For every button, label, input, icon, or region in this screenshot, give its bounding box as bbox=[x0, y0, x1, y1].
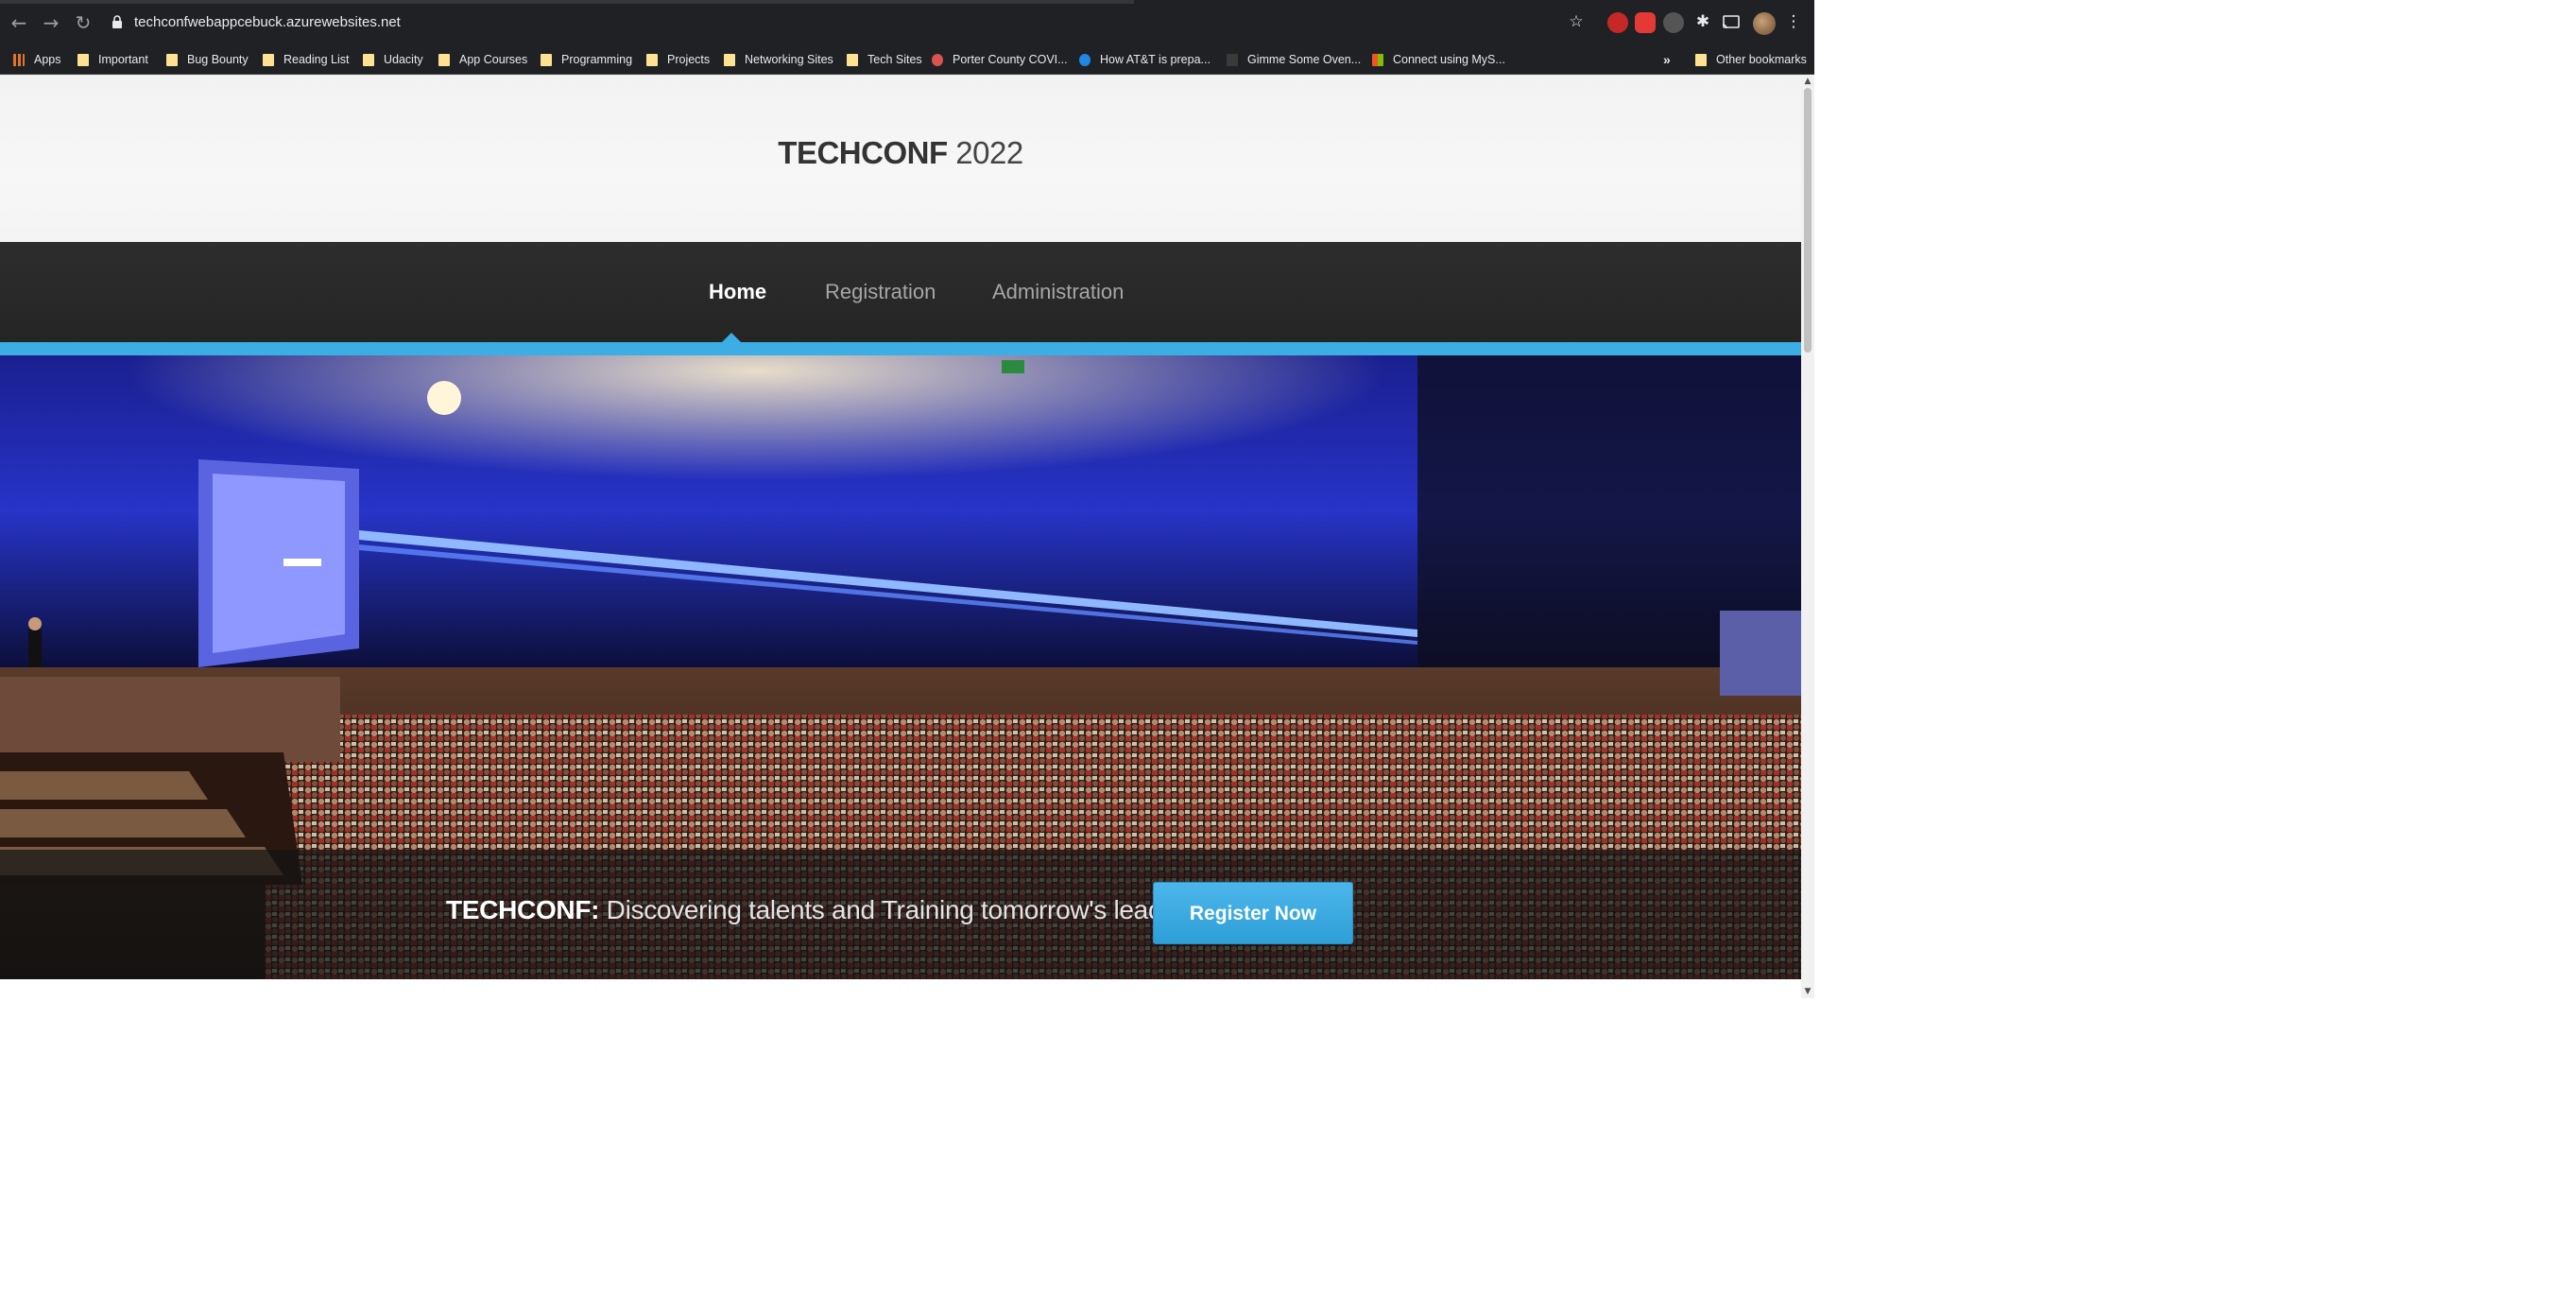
bookmarks-bar: Apps Important Bug Bounty Reading List U… bbox=[0, 45, 1814, 75]
folder-icon bbox=[438, 53, 450, 66]
logo-year: 2022 bbox=[955, 135, 1023, 170]
main-nav: Home Registration Administration bbox=[0, 242, 1801, 342]
bookmark-label: App Courses bbox=[459, 53, 528, 66]
nav-administration[interactable]: Administration bbox=[992, 280, 1124, 304]
folder-icon bbox=[363, 53, 374, 66]
bookmark-apps[interactable]: Apps bbox=[13, 45, 61, 74]
extension-icon[interactable] bbox=[1635, 12, 1656, 33]
extension-icon[interactable] bbox=[1663, 12, 1684, 33]
folder-icon bbox=[847, 53, 858, 66]
hero-image: TECHCONF: Discovering talents and Traini… bbox=[0, 355, 1801, 979]
bookmark-connect-mys[interactable]: Connect using MyS... bbox=[1372, 45, 1505, 74]
bookmark-app-courses[interactable]: App Courses bbox=[438, 45, 527, 74]
bookmark-porter-county[interactable]: Porter County COVI... bbox=[932, 45, 1068, 74]
back-icon[interactable]: ← bbox=[8, 11, 30, 34]
bookmark-label: Projects bbox=[667, 53, 711, 66]
site-logo[interactable]: TECHCONF 2022 bbox=[0, 135, 1801, 171]
nav-registration[interactable]: Registration bbox=[825, 280, 936, 304]
address-bar: ← → ↻ techconfwebappcebuck.azurewebsites… bbox=[0, 0, 1814, 45]
more-bookmarks-button[interactable]: » bbox=[1663, 45, 1671, 74]
folder-icon bbox=[1695, 53, 1707, 66]
logo-brand: TECHCONF bbox=[778, 135, 948, 170]
bookmark-tech-sites[interactable]: Tech Sites bbox=[847, 45, 922, 74]
tab-strip bbox=[0, 0, 1134, 4]
scroll-up-icon[interactable]: ▲ bbox=[1801, 75, 1814, 88]
other-bookmarks[interactable]: Other bookmarks bbox=[1695, 45, 1807, 74]
register-now-button[interactable]: Register Now bbox=[1153, 882, 1353, 944]
scrollbar[interactable]: ▲ ▼ bbox=[1801, 75, 1814, 998]
hero-banner: TECHCONF: Discovering talents and Traini… bbox=[0, 850, 1801, 979]
site-icon bbox=[1227, 53, 1238, 66]
bookmark-projects[interactable]: Projects bbox=[646, 45, 710, 74]
bookmark-udacity[interactable]: Udacity bbox=[363, 45, 423, 74]
bookmark-label: Apps bbox=[34, 53, 61, 66]
bookmark-label: Tech Sites bbox=[867, 53, 922, 66]
bookmark-att[interactable]: How AT&T is prepa... bbox=[1079, 45, 1211, 74]
nav-home[interactable]: Home bbox=[709, 280, 766, 304]
site-icon bbox=[932, 53, 943, 66]
bookmark-important[interactable]: Important bbox=[77, 45, 148, 74]
bookmark-label: How AT&T is prepa... bbox=[1100, 53, 1211, 66]
forward-icon[interactable]: → bbox=[40, 11, 62, 34]
cast-icon[interactable] bbox=[1722, 15, 1741, 30]
bookmark-label: Reading List bbox=[283, 53, 350, 66]
page-viewport: TECHCONF 2022 Home Registration Administ… bbox=[0, 75, 1801, 979]
bookmark-label: Gimme Some Oven... bbox=[1247, 53, 1362, 66]
profile-avatar[interactable] bbox=[1753, 12, 1776, 35]
folder-icon bbox=[646, 53, 658, 66]
folder-icon bbox=[166, 53, 178, 66]
folder-icon bbox=[724, 53, 735, 66]
globe-icon bbox=[1079, 53, 1091, 66]
bookmark-label: Udacity bbox=[384, 53, 423, 66]
folder-icon bbox=[263, 53, 274, 66]
bookmark-reading-list[interactable]: Reading List bbox=[263, 45, 350, 74]
bookmark-bug-bounty[interactable]: Bug Bounty bbox=[166, 45, 249, 74]
folder-icon bbox=[77, 53, 89, 66]
menu-icon[interactable]: ⋮ bbox=[1782, 10, 1805, 33]
scrollbar-thumb[interactable] bbox=[1804, 88, 1812, 353]
bookmark-label: Connect using MyS... bbox=[1393, 53, 1505, 66]
ublock-extension-icon[interactable] bbox=[1607, 12, 1628, 33]
site-header: TECHCONF 2022 bbox=[0, 75, 1801, 242]
extensions-puzzle-icon[interactable]: ✱ bbox=[1692, 10, 1714, 33]
bookmark-label: Other bookmarks bbox=[1716, 53, 1807, 66]
bookmark-label: Important bbox=[98, 53, 148, 66]
bookmark-gimme-some-oven[interactable]: Gimme Some Oven... bbox=[1227, 45, 1361, 74]
star-icon[interactable]: ☆ bbox=[1565, 10, 1588, 33]
tagline-brand: TECHCONF: bbox=[446, 895, 600, 924]
browser-window: ← → ↻ techconfwebappcebuck.azurewebsites… bbox=[0, 0, 1814, 1002]
folder-icon bbox=[541, 53, 552, 66]
bookmark-label: Bug Bounty bbox=[187, 53, 249, 66]
bookmark-label: Networking Sites bbox=[745, 53, 833, 66]
tagline-text: Discovering talents and Training tomorro… bbox=[606, 895, 1199, 924]
url-field[interactable]: techconfwebappcebuck.azurewebsites.net bbox=[134, 12, 401, 33]
bookmark-label: Programming bbox=[561, 53, 633, 66]
lock-icon[interactable] bbox=[112, 15, 123, 28]
bookmark-label: Porter County COVI... bbox=[953, 53, 1068, 66]
bookmark-networking-sites[interactable]: Networking Sites bbox=[724, 45, 833, 74]
scroll-down-icon[interactable]: ▼ bbox=[1801, 985, 1814, 998]
reload-icon[interactable]: ↻ bbox=[72, 11, 94, 34]
accent-bar bbox=[0, 342, 1801, 355]
apps-grid-icon bbox=[13, 53, 25, 66]
hero-tagline: TECHCONF: Discovering talents and Traini… bbox=[446, 895, 1199, 925]
windows-icon bbox=[1372, 53, 1383, 66]
bookmark-programming[interactable]: Programming bbox=[541, 45, 632, 74]
